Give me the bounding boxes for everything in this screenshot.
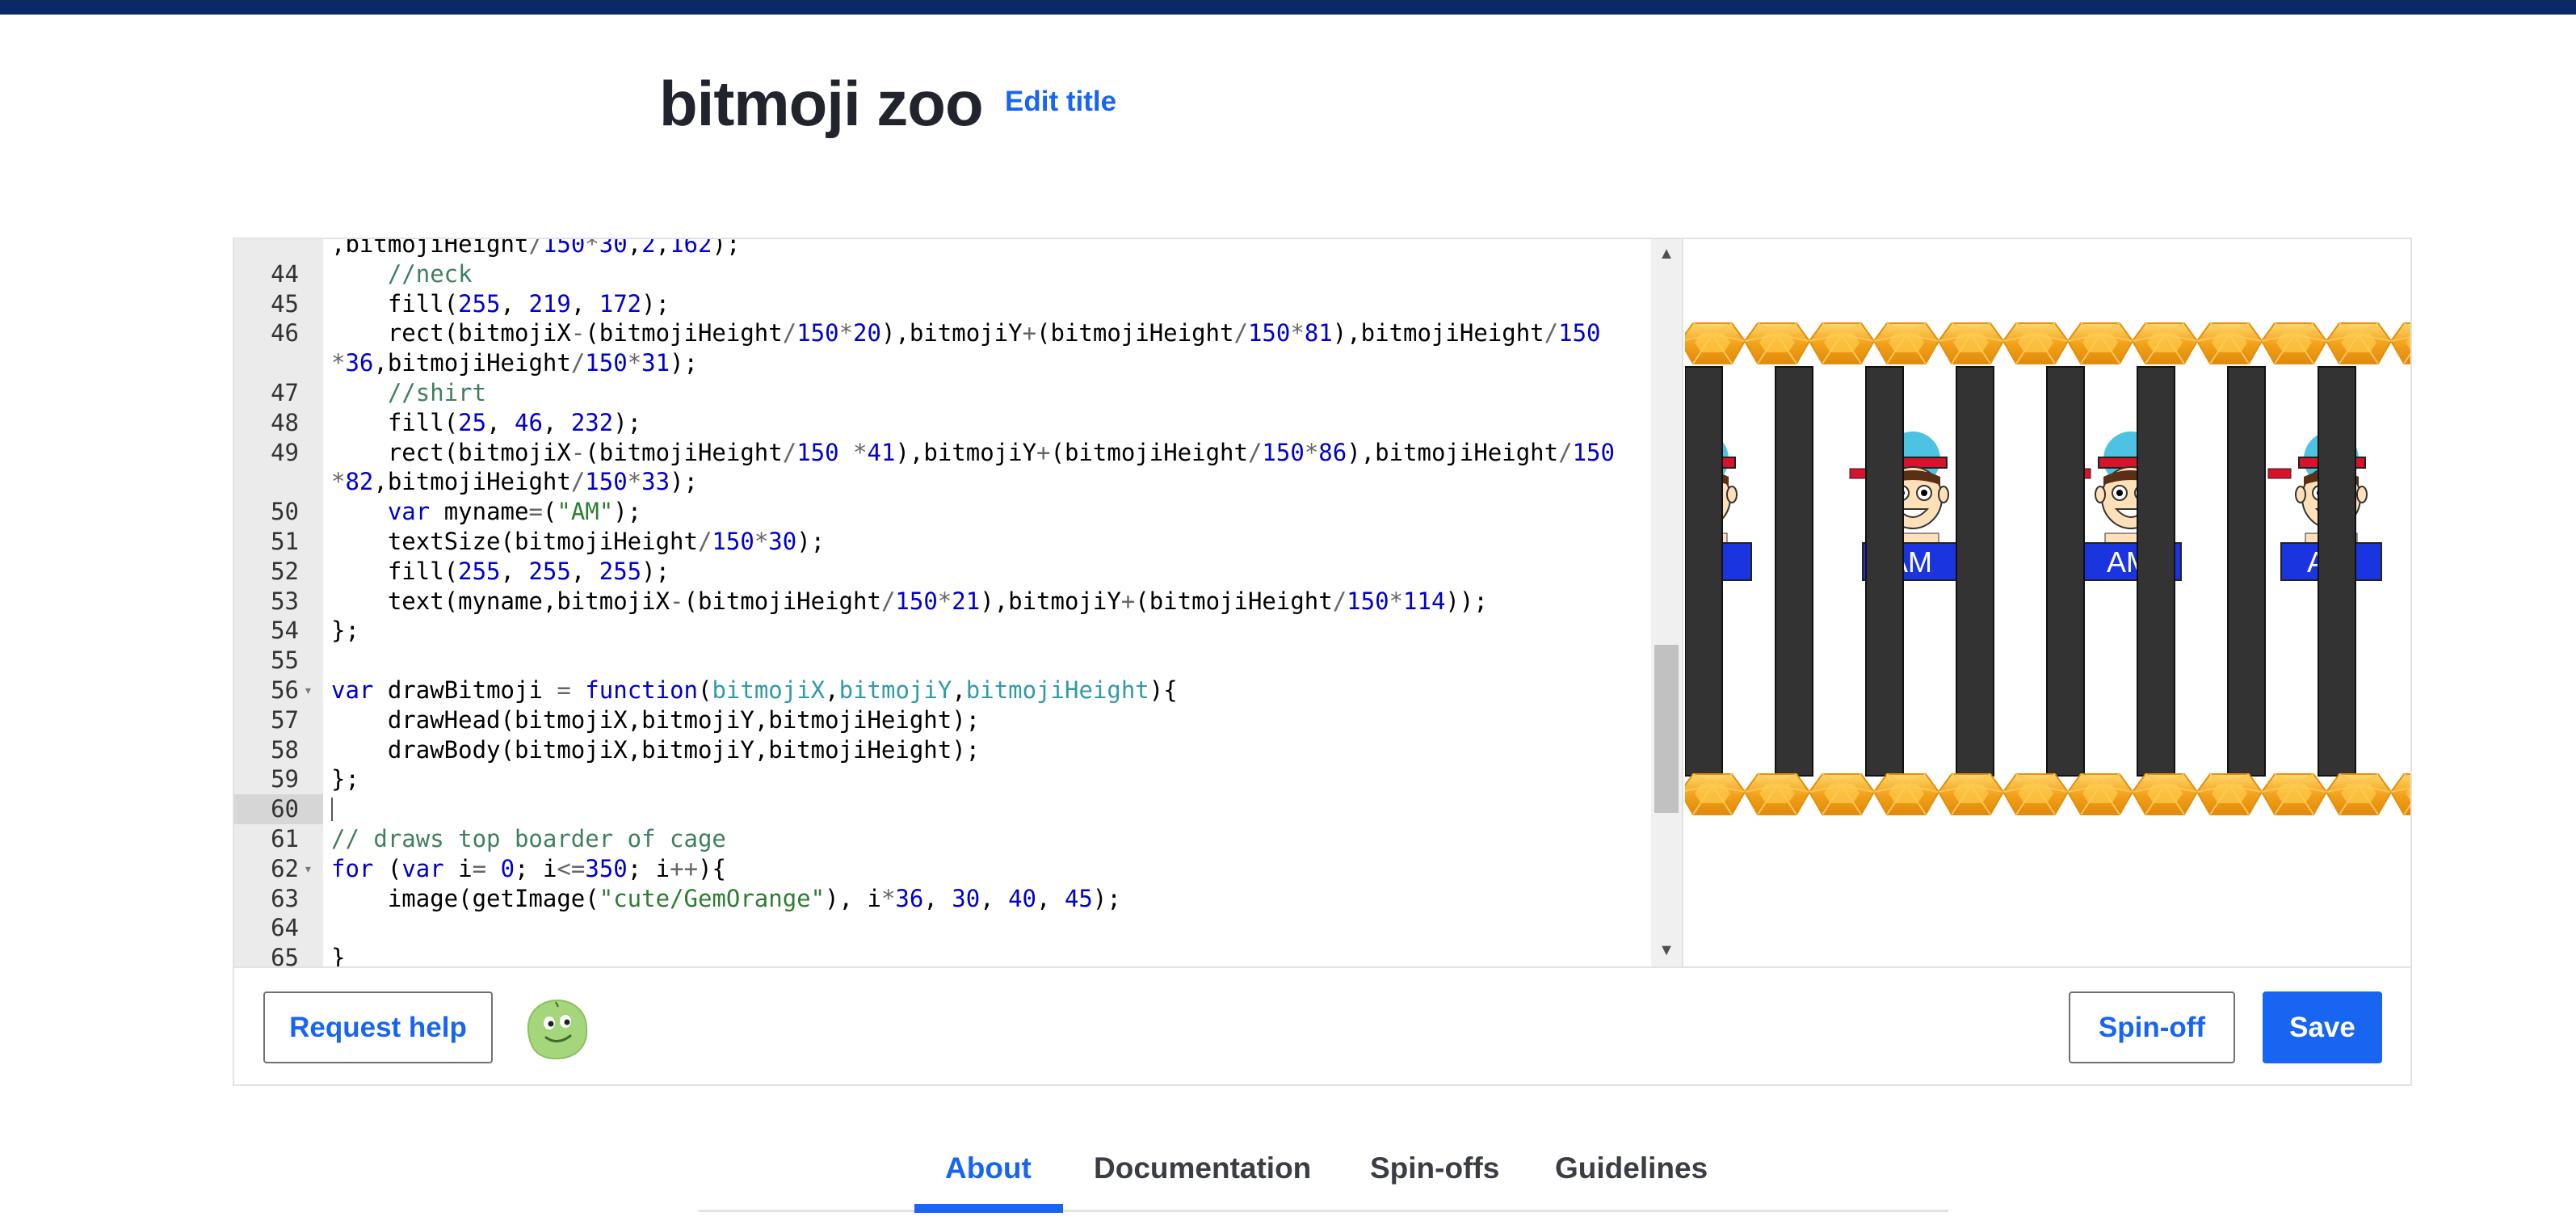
active-tab-indicator [914,1204,1063,1213]
line-number: 54 [271,617,299,645]
fold-arrow-icon[interactable]: ▾ [304,854,320,884]
editor-canvas-divider [1682,239,1683,966]
save-button[interactable]: Save [2263,991,2382,1063]
line-number: 55 [271,646,299,675]
code-text: fill(255, 219, 172); [331,289,670,318]
code-line[interactable]: 65} [234,943,1683,966]
code-text: textSize(bitmojiHeight/150*30); [331,528,826,555]
code-line[interactable]: 61 // draws top boarder of cage [234,824,1683,854]
code-text: fill(25, 46, 232); [331,408,642,436]
code-line[interactable]: *82,bitmojiHeight/150*33); [234,467,1683,497]
code-line[interactable]: 59}; [234,764,1683,794]
code-line[interactable]: 48 fill(25, 46, 232); [234,408,1683,438]
code-line[interactable]: 62 ▾ for (var i= 0; i<=350; i++){ [234,854,1683,884]
editor-scrollbar[interactable] [1651,239,1682,966]
code-text: image(getImage("cute/GemOrange"), i*36, … [331,884,1121,912]
code-line[interactable]: 50 var myname=("AM"); [234,497,1683,527]
code-line[interactable]: 49 rect(bitmojiX-(bitmojiHeight/150 *41)… [234,438,1683,468]
triangle-up-icon[interactable]: ▲ [1654,244,1679,263]
line-number: 46 [271,319,299,347]
spin-off-button[interactable]: Spin-off [2069,991,2235,1063]
code-line[interactable]: 53 text(myname,bitmojiX-(bitmojiHeight/1… [234,587,1683,617]
code-text: rect(bitmojiX-(bitmojiHeight/150 *41),bi… [331,438,1615,466]
line-number [234,239,323,259]
code-text: var drawBitmoji = function(bitmojiX,bitm… [331,676,1178,704]
code-lines[interactable]: ,bitmojiHeight/150*30,2,162); 44 //neck 45… [234,239,1683,966]
line-number: 47 [271,379,299,406]
code-line[interactable]: 47 //shirt [234,378,1683,408]
canvas-drawing: AM [1685,322,2410,815]
code-text: fill(255, 255, 255); [331,557,670,585]
line-number: 65 [271,944,299,966]
toolbar-divider [234,966,2410,968]
green-blob-avatar-icon[interactable] [520,996,591,1062]
line-number: 58 [271,735,299,764]
tab-documentation[interactable]: Documentation [1094,1147,1311,1189]
code-line[interactable]: 56 ▾ var drawBitmoji = function(bitmojiX,b… [234,676,1683,705]
line-number: 48 [271,408,299,436]
code-line[interactable]: 55 [234,646,1683,676]
code-text: for (var i= 0; i<=350; i++){ [331,854,726,882]
line-number: 50 [271,498,299,526]
code-line[interactable]: 63 image(getImage("cute/GemOrange"), i*3… [234,884,1683,914]
line-number: 61 [271,825,299,852]
line-number: 51 [271,528,299,555]
code-text: drawBody(bitmojiX,bitmojiY,bitmojiHeight… [331,735,981,764]
text-cursor [331,798,333,822]
code-line[interactable]: 57 drawHead(bitmojiX,bitmojiY,bitmojiHei… [234,705,1683,735]
code-line[interactable]: ,bitmojiHeight/150*30,2,162); [234,239,1683,259]
request-help-button[interactable]: Request help [263,991,493,1063]
line-number: 59 [271,765,299,794]
top-gem-border [1685,322,2410,364]
code-line[interactable]: 64 [234,913,1683,943]
bottom-gem-border [1685,773,2410,815]
tab-spin-offs[interactable]: Spin-offs [1370,1147,1499,1189]
code-text: text(myname,bitmojiX-(bitmojiHeight/150*… [331,587,1488,615]
code-text: *36,bitmojiHeight/150*31); [331,349,698,377]
edit-title-link[interactable]: Edit title [1005,84,1116,120]
code-line[interactable]: 54}; [234,616,1683,646]
line-number: 63 [271,884,299,912]
code-text: }; [331,765,359,794]
output-canvas[interactable]: AM [1685,239,2410,966]
code-line[interactable]: 60 [234,794,1683,825]
line-number: 45 [271,289,299,318]
line-number: 57 [271,705,299,734]
code-line[interactable]: 44 //neck [234,259,1683,289]
code-text: }; [331,617,359,645]
line-number: 64 [271,914,299,942]
top-navigation-bar [0,0,2576,15]
line-number: 52 [271,557,299,585]
page-title: bitmoji zoo [659,68,984,139]
line-number: 53 [271,587,299,615]
cage-bars [1685,366,2356,777]
code-line[interactable]: 58 drawBody(bitmojiX,bitmojiY,bitmojiHei… [234,735,1683,765]
code-line[interactable]: 45 fill(255, 219, 172); [234,289,1683,319]
code-text: // draws top boarder of cage [331,825,726,852]
line-number: 60 [234,794,323,825]
code-text: //neck [387,259,473,288]
tab-guidelines[interactable]: Guidelines [1555,1147,1708,1189]
code-line[interactable]: 52 fill(255, 255, 255); [234,557,1683,587]
triangle-down-icon[interactable]: ▼ [1654,941,1679,960]
code-text: rect(bitmojiX-(bitmojiHeight/150*20),bit… [331,319,1601,347]
code-editor[interactable]: ,bitmojiHeight/150*30,2,162); 44 //neck 45… [234,239,1683,966]
code-line[interactable]: 46 rect(bitmojiX-(bitmojiHeight/150*20),… [234,318,1683,348]
code-text: } [331,944,346,966]
code-text: var myname=("AM"); [387,498,642,526]
line-number: 44 [271,259,299,288]
code-text: ,bitmojiHeight/150*30,2,162); [331,239,741,258]
line-number [234,348,323,378]
code-text: drawHead(bitmojiX,bitmojiY,bitmojiHeight… [331,705,981,734]
line-number: 49 [271,438,299,466]
code-line[interactable]: 51 textSize(bitmojiHeight/150*30); [234,527,1683,557]
code-line[interactable]: *36,bitmojiHeight/150*31); [234,348,1683,378]
code-text: *82,bitmojiHeight/150*33); [331,468,698,496]
tab-about[interactable]: About [945,1147,1032,1189]
line-number [234,467,323,497]
tabs-divider [698,1210,1948,1212]
scrollbar-thumb[interactable] [1654,645,1679,813]
fold-arrow-icon[interactable]: ▾ [304,676,320,705]
code-text: //shirt [387,379,487,406]
